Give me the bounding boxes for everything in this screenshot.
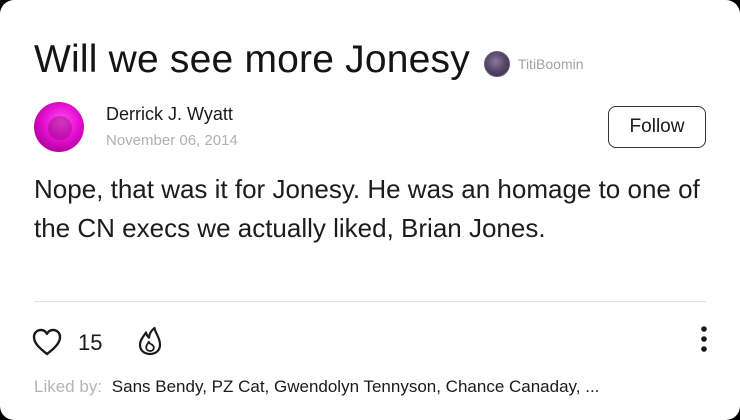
more-vertical-icon[interactable] bbox=[694, 325, 714, 355]
title-row: Will we see more Jonesy TitiBoomin bbox=[34, 38, 584, 82]
answer-card: Will we see more Jonesy TitiBoomin Derri… bbox=[0, 0, 740, 420]
author-avatar[interactable] bbox=[34, 102, 84, 152]
heart-icon[interactable] bbox=[32, 328, 62, 356]
asker-avatar[interactable] bbox=[483, 51, 510, 77]
answer-text: Nope, that was it for Jonesy. He was an … bbox=[34, 174, 700, 243]
like-count: 15 bbox=[78, 330, 103, 355]
follow-button[interactable]: Follow bbox=[608, 106, 706, 148]
asker-name[interactable]: TitiBoomin bbox=[518, 56, 584, 72]
liked-by-label: Liked by: bbox=[34, 377, 103, 396]
liked-by-names[interactable]: Sans Bendy, PZ Cat, Gwendolyn Tennyson, … bbox=[112, 377, 600, 396]
asker[interactable]: TitiBoomin bbox=[483, 51, 584, 77]
author-name[interactable]: Derrick J. Wyatt bbox=[106, 104, 233, 125]
liked-by-row: Liked by: Sans Bendy, PZ Cat, Gwendolyn … bbox=[34, 377, 599, 397]
post-date: November 06, 2014 bbox=[106, 132, 238, 149]
fire-icon[interactable] bbox=[136, 326, 164, 356]
question-title: Will we see more Jonesy bbox=[34, 38, 470, 81]
divider bbox=[34, 301, 706, 302]
